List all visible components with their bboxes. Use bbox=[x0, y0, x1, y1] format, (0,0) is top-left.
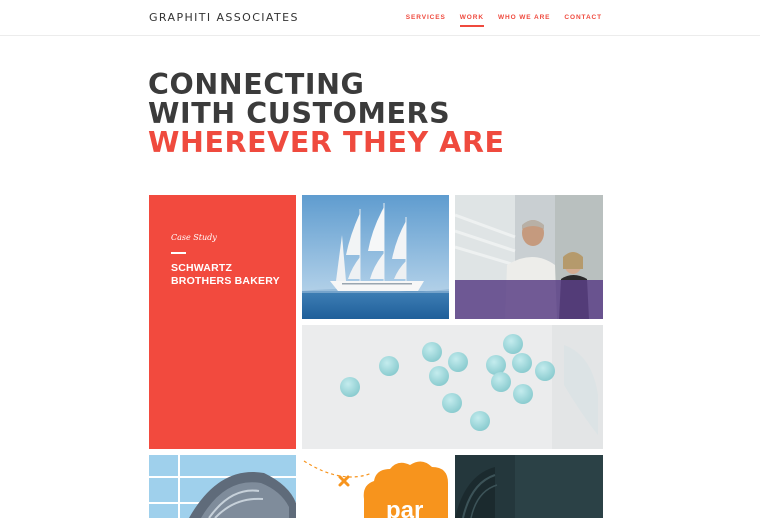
hero-headline: CONNECTING WITH CUSTOMERS WHEREVER THEY … bbox=[148, 70, 505, 157]
nav-item-services[interactable]: SERVICES bbox=[406, 14, 446, 27]
smiling-couple-photo[interactable] bbox=[455, 195, 603, 319]
case-study-title: SCHWARTZ BROTHERS BAKERY bbox=[171, 262, 280, 287]
dark-teal-photo[interactable] bbox=[455, 455, 603, 518]
site-logo[interactable]: GRAPHITI ASSOCIATES bbox=[149, 11, 299, 24]
blue-pills-photo[interactable] bbox=[302, 325, 603, 449]
case-study-divider bbox=[171, 252, 186, 254]
case-study-label: Case Study bbox=[171, 233, 217, 242]
nav-item-who-we-are[interactable]: WHO WE ARE bbox=[498, 14, 550, 27]
hero-line-2: WITH CUSTOMERS bbox=[148, 97, 451, 130]
orange-badge-text: par bbox=[386, 497, 424, 518]
main-nav: SERVICES WORK WHO WE ARE CONTACT bbox=[406, 14, 602, 27]
case-study-tile[interactable]: Case Study SCHWARTZ BROTHERS BAKERY bbox=[149, 195, 296, 449]
hero-line-1: CONNECTING bbox=[148, 68, 365, 101]
hero-line-3: WHEREVER THEY ARE bbox=[148, 126, 505, 159]
nav-item-work[interactable]: WORK bbox=[459, 14, 485, 27]
orange-badge-graphic[interactable]: par bbox=[302, 455, 449, 518]
nav-item-contact[interactable]: CONTACT bbox=[564, 14, 602, 27]
sailing-ship-photo[interactable] bbox=[302, 195, 449, 319]
site-header: GRAPHITI ASSOCIATES SERVICES WORK WHO WE… bbox=[0, 0, 760, 36]
building-facade-photo[interactable] bbox=[149, 455, 296, 518]
